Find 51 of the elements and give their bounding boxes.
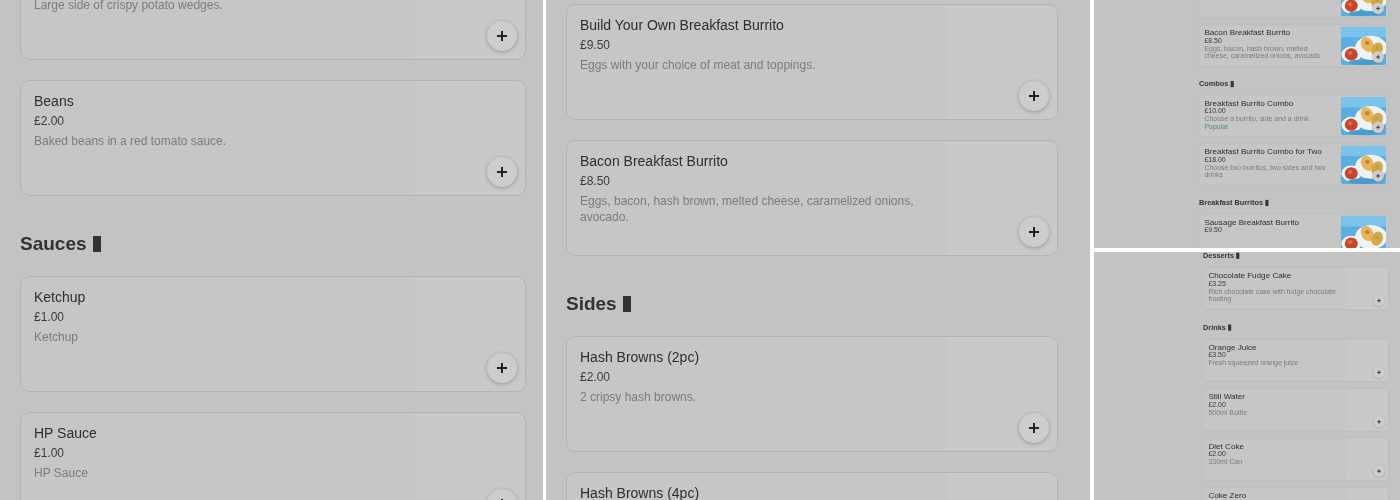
item-title: Breakfast Burrito Combo: [1204, 99, 1295, 107]
item-price: £2.00: [580, 369, 612, 386]
item-title: Chocolate Fudge Cake: [1208, 271, 1293, 280]
plus-icon: [1028, 226, 1040, 238]
item-title: Coke Zero: [1208, 491, 1248, 500]
section-heading: Sides: [566, 292, 617, 316]
plus-icon: [1028, 90, 1040, 102]
emoji-icon: [1228, 324, 1232, 331]
item-title: Sausage Breakfast Burrito: [1204, 218, 1301, 226]
item-price: £8.50: [580, 173, 612, 190]
emoji-icon: [92, 236, 101, 252]
add-button[interactable]: [487, 353, 517, 383]
item-title: Build Your Own Breakfast Burrito: [580, 16, 785, 35]
item-title: Bacon Breakfast Burrito: [580, 152, 729, 171]
add-button[interactable]: [1019, 81, 1049, 111]
plus-icon: [496, 362, 508, 374]
item-description: Large side of crispy potato wedges.: [34, 0, 224, 13]
section-heading: Sauces: [20, 232, 87, 256]
item-title: Still Water: [1208, 392, 1247, 401]
plus-icon: [496, 166, 508, 178]
add-button[interactable]: [1372, 2, 1384, 15]
item-title: Beans: [34, 92, 75, 111]
add-button[interactable]: [1019, 217, 1049, 247]
item-title: Bacon Breakfast Burrito: [1204, 28, 1291, 37]
add-button[interactable]: [1372, 51, 1384, 63]
emoji-icon: [1236, 252, 1240, 259]
item-title: Breakfast Burrito Combo for Two: [1204, 147, 1323, 156]
add-button[interactable]: [1019, 413, 1049, 443]
item-description: HP Sauce: [34, 465, 89, 481]
item-price: £1.00: [34, 309, 66, 326]
plus-icon: [1028, 422, 1040, 434]
item-price: £2.00: [34, 113, 66, 130]
item-title: Orange Juice: [1208, 343, 1258, 352]
add-button[interactable]: [487, 157, 517, 187]
item-description: Ketchup: [34, 329, 80, 345]
item-description: Baked beans in a red tomato sauce.: [34, 133, 228, 149]
add-button[interactable]: [487, 21, 517, 51]
emoji-icon: [622, 296, 631, 312]
item-title: Hash Browns (2pc): [580, 348, 701, 367]
item-description: Eggs, bacon, hash brown, melted cheese, caramelized onions, avocado.: [580, 193, 915, 225]
item-price: £9.50: [580, 37, 612, 54]
item-title: Hash Browns (4pc): [580, 484, 701, 500]
item-title: HP Sauce: [34, 424, 98, 443]
item-price: £1.00: [34, 445, 66, 462]
item-title: Ketchup: [34, 288, 87, 307]
item-description: Eggs with your choice of meat and toppings.: [580, 57, 817, 73]
plus-icon: [496, 30, 508, 42]
emoji-icon: [1230, 81, 1234, 88]
item-title: Diet Coke: [1208, 442, 1245, 450]
emoji-icon: [1265, 199, 1269, 207]
item-description: 2 cripsy hash browns.: [580, 389, 698, 405]
